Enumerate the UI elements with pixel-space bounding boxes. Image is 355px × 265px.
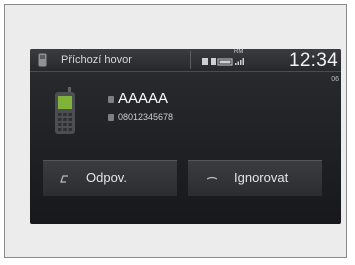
call-timer: 06	[331, 76, 339, 83]
phone-number-icon	[108, 114, 114, 121]
signal-icon	[235, 58, 244, 65]
caller-number: 08012345678	[118, 112, 174, 122]
divider	[190, 51, 191, 69]
clock: 12:34	[288, 50, 338, 71]
phone-handset-icon	[38, 53, 47, 67]
rm-indicator: RM	[234, 49, 244, 55]
bluetooth-icon	[202, 58, 208, 65]
caller-name: AAAAA	[118, 90, 169, 107]
status-icons	[202, 58, 244, 66]
ignore-button[interactable]: Ignorovat	[188, 160, 322, 196]
battery-icon	[211, 58, 233, 66]
screen-title: Příchozí hovor	[61, 54, 132, 66]
manual-figure-frame: Příchozí hovor RM 12:34 06 AAAAA 0801234…	[4, 4, 347, 258]
answer-call-icon	[60, 175, 68, 183]
mobile-phone-icon	[55, 87, 75, 134]
answer-button[interactable]: Odpov.	[43, 160, 177, 196]
contact-icon	[108, 96, 114, 103]
infotainment-screen: Příchozí hovor RM 12:34 06 AAAAA 0801234…	[30, 49, 341, 224]
ignore-call-icon	[207, 176, 217, 180]
ignore-button-label: Ignorovat	[234, 170, 289, 185]
answer-button-label: Odpov.	[86, 170, 127, 185]
status-bar: Příchozí hovor RM 12:34	[30, 49, 341, 72]
